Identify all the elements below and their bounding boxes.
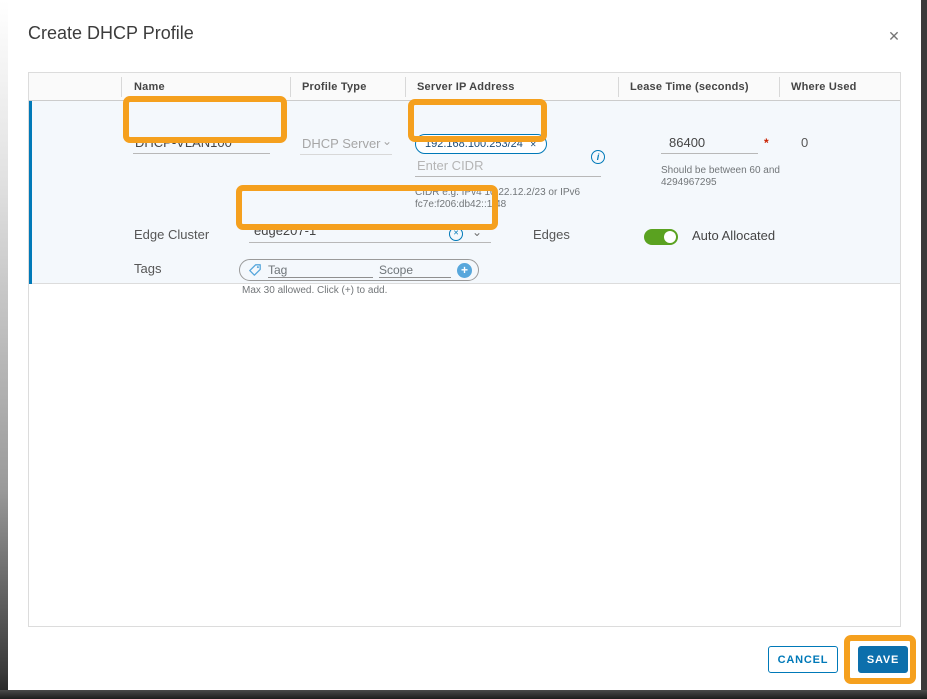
row-selected-indicator [29,101,32,284]
where-used-value: 0 [801,135,808,150]
column-header-lease-time: Lease Time (seconds) [630,81,749,93]
table-header-row: Name Profile Type Server IP Address Leas… [29,73,900,101]
name-input[interactable] [133,135,270,154]
window-edge-bottom [0,690,927,699]
dhcp-profiles-table: Name Profile Type Server IP Address Leas… [28,72,901,627]
close-icon[interactable]: ✕ [884,26,904,46]
edge-cluster-value: edge207-1 [254,223,316,238]
clear-selection-icon[interactable]: ✕ [449,227,463,241]
chevron-down-icon[interactable]: ⌄ [472,227,482,237]
cidr-helper: CIDR e.g. IPv4 10.22.12.2/23 or IPv6 fc7… [415,187,613,211]
server-ip-chip: 192.168.100.253/24 ✕ [415,134,547,154]
scope-input[interactable] [379,262,451,278]
header-separator [618,77,619,97]
cidr-input[interactable] [415,158,601,177]
profile-type-select[interactable]: DHCP Server ⌄ [300,136,392,155]
toggle-label: Auto Allocated [692,228,775,243]
chip-remove-icon[interactable]: ✕ [530,140,537,149]
header-separator [290,77,291,97]
page-title: Create DHCP Profile [28,23,194,44]
name-required-marker: * [260,136,265,150]
editing-row: * DHCP Server ⌄ 192.168.100.253/24 ✕ CID… [29,101,900,284]
column-header-name: Name [134,81,165,93]
column-header-profile-type: Profile Type [302,81,367,93]
add-tag-button[interactable]: + [457,263,472,278]
header-separator [121,77,122,97]
lease-helper: Should be between 60 and 4294967295 [661,165,789,189]
chevron-down-icon: ⌄ [382,136,392,146]
header-separator [779,77,780,97]
auto-allocated-toggle[interactable] [644,229,678,245]
header-separator [405,77,406,97]
edges-label: Edges [533,227,570,242]
tag-icon [248,263,262,277]
info-icon[interactable]: i [591,150,605,164]
profile-type-value: DHCP Server [302,136,381,151]
tag-input[interactable] [268,262,373,278]
create-dhcp-profile-dialog: Create DHCP Profile ✕ Name Profile Type … [0,0,927,699]
lease-required-marker: * [764,136,769,150]
tags-label: Tags [134,261,161,276]
window-edge-left [0,0,8,699]
window-edge-right [921,0,927,699]
cancel-button[interactable]: CANCEL [768,646,838,673]
save-button[interactable]: SAVE [858,646,908,673]
edge-cluster-label: Edge Cluster [134,227,209,242]
column-header-server-ip: Server IP Address [417,81,515,93]
tags-helper: Max 30 allowed. Click (+) to add. [242,285,502,297]
lease-time-input[interactable] [661,135,758,154]
tags-pill: + [239,259,479,281]
column-header-where-used: Where Used [791,81,857,93]
server-ip-chip-value: 192.168.100.253/24 [425,138,523,150]
